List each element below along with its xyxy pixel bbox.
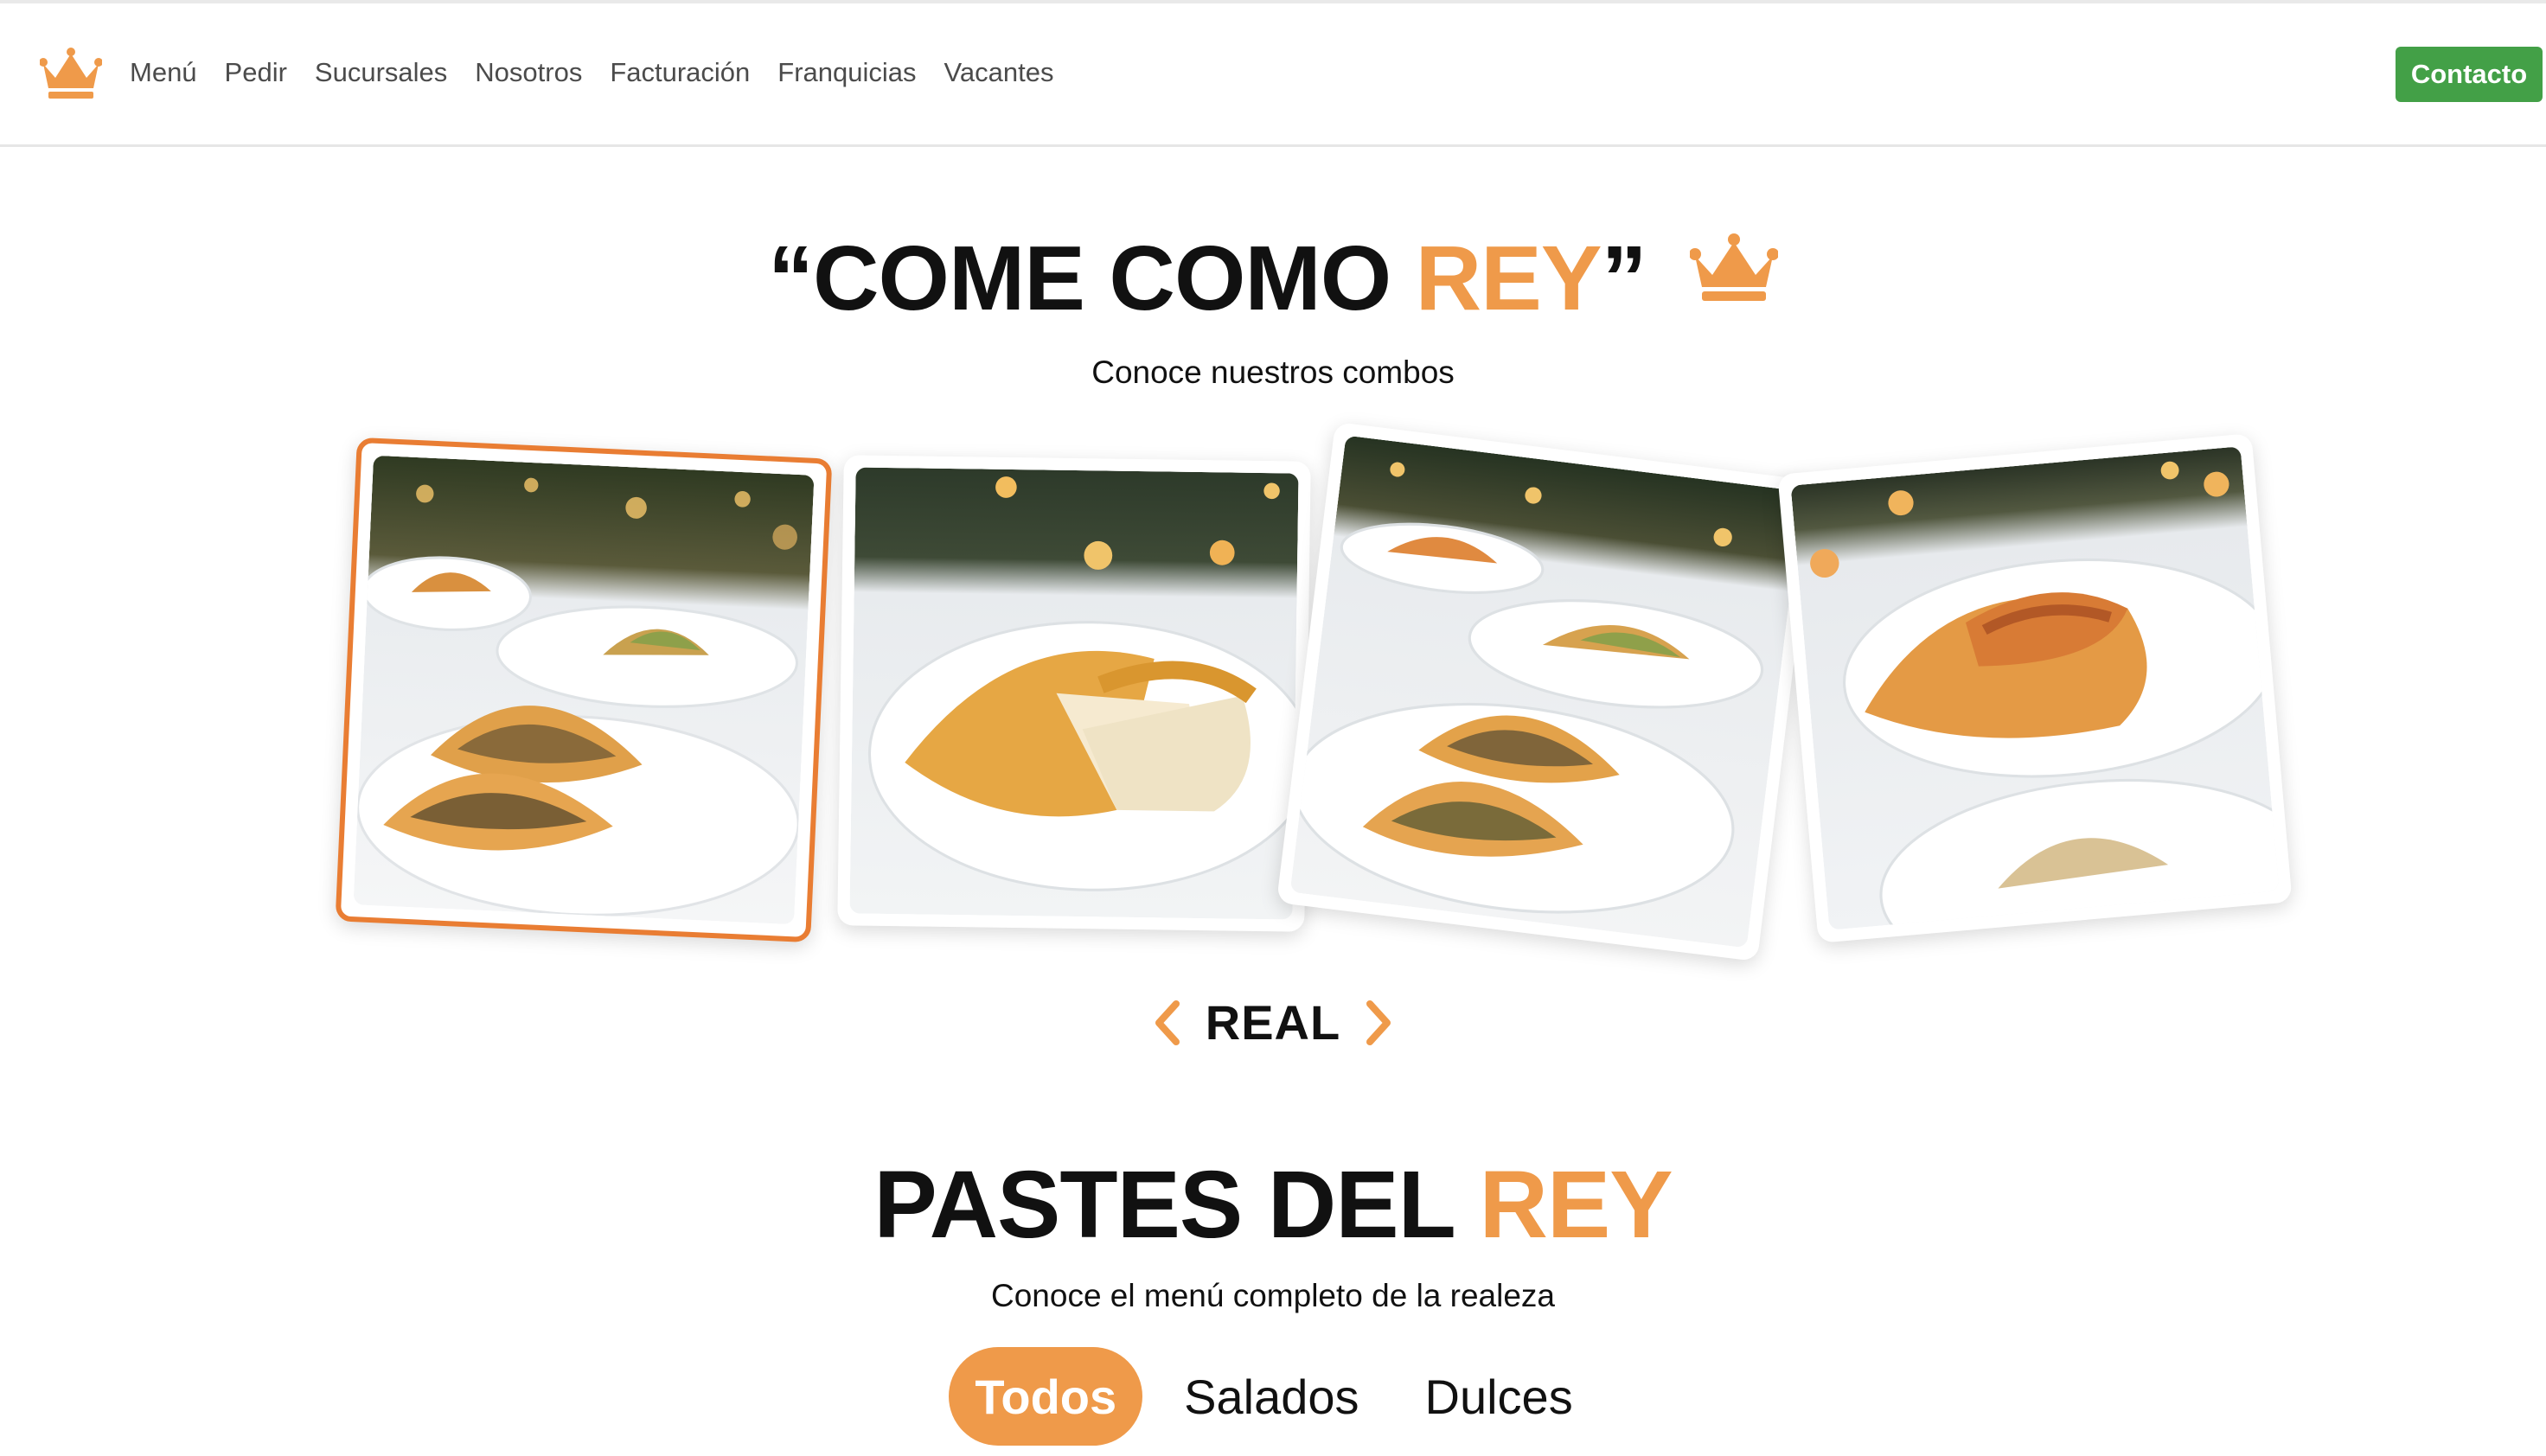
paste-shredded-chicken-on-plate-photo <box>1790 446 2280 930</box>
crown-icon <box>39 48 103 99</box>
carousel-slide-4[interactable] <box>1777 433 2293 943</box>
filter-salados[interactable]: Salados <box>1160 1347 1383 1446</box>
navbar: Menú Pedir Sucursales Nosotros Facturaci… <box>0 3 2546 147</box>
nav-link-pedir[interactable]: Pedir <box>225 57 287 88</box>
filter-dulces[interactable]: Dulces <box>1401 1347 1597 1446</box>
chevron-left-icon[interactable] <box>1150 999 1185 1047</box>
menu-filters: Todos Salados Dulces <box>0 1347 2546 1446</box>
nav-link-vacantes[interactable]: Vacantes <box>944 57 1054 88</box>
menu-title: PASTES DEL REY <box>0 1150 2546 1260</box>
paste-cut-in-half-on-plate-photo <box>849 467 1299 920</box>
nav-links: Menú Pedir Sucursales Nosotros Facturaci… <box>130 57 1082 88</box>
contact-button[interactable]: Contacto <box>2396 47 2543 102</box>
logo[interactable] <box>39 47 103 100</box>
carousel-nav: REAL <box>0 994 2546 1050</box>
pastes-assorted-plates-photo <box>1289 435 1803 948</box>
menu-subtitle: Conoce el menú completo de la realeza <box>991 1278 1555 1313</box>
nav-link-sucursales[interactable]: Sucursales <box>315 57 447 88</box>
filter-todos[interactable]: Todos <box>949 1347 1143 1446</box>
carousel-slide-2[interactable] <box>837 455 1311 932</box>
hero-title-accent: REY <box>1415 227 1602 329</box>
pastes-ground-meat-on-plate-photo <box>353 455 815 925</box>
carousel-slide-3[interactable] <box>1276 421 1817 962</box>
hero-title-end: ” <box>1601 227 1647 329</box>
nav-link-menu[interactable]: Menú <box>130 57 197 88</box>
crown-icon <box>1690 233 1779 301</box>
nav-link-franquicias[interactable]: Franquicias <box>777 57 916 88</box>
nav-link-facturacion[interactable]: Facturación <box>610 57 750 88</box>
hero-title-main: “COME COMO <box>767 227 1416 329</box>
menu-title-main: PASTES DEL <box>873 1152 1480 1258</box>
hero-subtitle: Conoce nuestros combos <box>1091 354 1455 390</box>
carousel-slide-1[interactable] <box>335 437 833 943</box>
nav-link-nosotros[interactable]: Nosotros <box>475 57 582 88</box>
hero-title: “COME COMO REY” <box>0 227 2546 331</box>
chevron-right-icon[interactable] <box>1361 999 1396 1047</box>
menu-title-accent: REY <box>1479 1152 1673 1258</box>
carousel-label: REAL <box>1205 995 1341 1050</box>
